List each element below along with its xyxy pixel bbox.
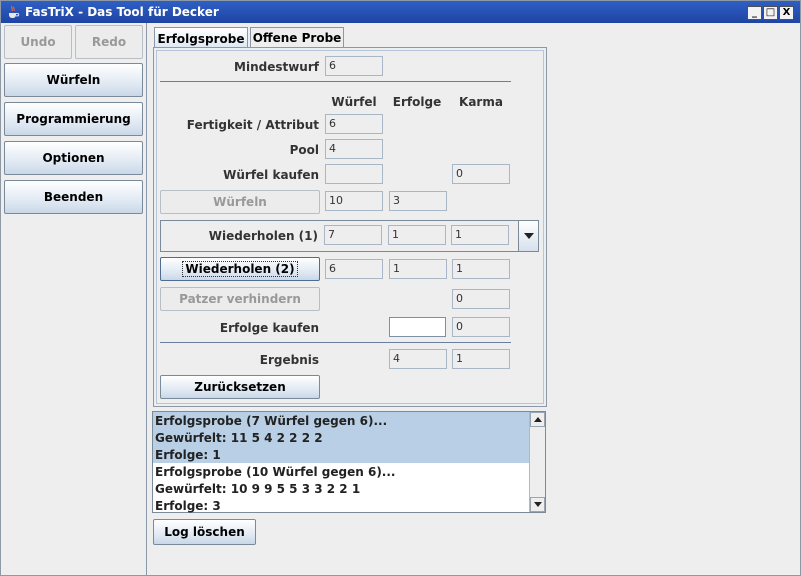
mindestwurf-label: Mindestwurf (234, 60, 319, 74)
erfolge-kaufen-input[interactable] (389, 317, 446, 337)
log-loeschen-button[interactable]: Log löschen (153, 519, 256, 545)
wiederholen2-karma-field: 1 (452, 259, 510, 279)
sidebar-item-optionen[interactable]: Optionen (4, 141, 143, 175)
separator (160, 342, 511, 343)
erfolge-kaufen-label: Erfolge kaufen (219, 321, 319, 335)
mindestwurf-input[interactable]: 6 (325, 56, 383, 76)
ergebnis-karma-field: 1 (452, 349, 510, 369)
wuerfeln-wuerfel-field: 10 (325, 191, 383, 211)
separator (160, 81, 511, 82)
wiederholen1-wuerfel-field: 7 (324, 225, 382, 245)
ergebnis-label: Ergebnis (259, 353, 319, 367)
list-item[interactable]: Erfolgsprobe (10 Würfel gegen 6)... Gewü… (153, 463, 530, 514)
triangle-up-icon (533, 417, 542, 422)
scroll-down-button[interactable] (530, 497, 545, 512)
col-header-wuerfel: Würfel (331, 95, 377, 109)
wiederholen1-erfolge-field: 1 (388, 225, 446, 245)
undo-button[interactable]: Undo (4, 25, 72, 59)
sidebar-item-programmierung[interactable]: Programmierung (4, 102, 143, 136)
wuerfel-kaufen-karma-input[interactable]: 0 (452, 164, 510, 184)
redo-button[interactable]: Redo (75, 25, 143, 59)
pool-label: Pool (289, 143, 319, 157)
minimize-button[interactable]: _ (747, 6, 762, 20)
tab-offene-probe[interactable]: Offene Probe (250, 27, 344, 48)
triangle-down-icon (523, 233, 534, 239)
wuerfeln-button[interactable]: Würfeln (160, 190, 320, 214)
log-scrollbar[interactable] (529, 412, 545, 512)
scroll-up-button[interactable] (530, 412, 545, 427)
java-coffee-icon (9, 5, 20, 18)
ergebnis-erfolge-field: 4 (389, 349, 447, 369)
window-title: FasTriX - Das Tool für Decker (25, 5, 219, 19)
wuerfel-kaufen-label: Würfel kaufen (223, 168, 319, 182)
fertigkeit-input[interactable]: 6 (325, 114, 383, 134)
patzer-karma-field: 0 (452, 289, 510, 309)
patzer-verhindern-button[interactable]: Patzer verhindern (160, 287, 320, 311)
list-item[interactable]: Erfolgsprobe (7 Würfel gegen 6)... Gewür… (153, 412, 530, 463)
triangle-down-icon (533, 502, 542, 507)
sidebar-item-beenden[interactable]: Beenden (4, 180, 143, 214)
chevron-down-icon[interactable] (518, 221, 538, 251)
maximize-button[interactable]: □ (763, 6, 778, 20)
col-header-karma: Karma (459, 95, 503, 109)
sidebar-item-wuerfeln[interactable]: Würfeln (4, 63, 143, 97)
wuerfeln-erfolge-field: 3 (389, 191, 447, 211)
wiederholen2-button[interactable]: Wiederholen (2) (160, 257, 320, 281)
pool-input[interactable]: 4 (325, 139, 383, 159)
col-header-erfolge: Erfolge (392, 95, 442, 109)
log-list[interactable]: Erfolgsprobe (7 Würfel gegen 6)... Gewür… (152, 411, 546, 513)
wiederholen2-wuerfel-field: 6 (325, 259, 383, 279)
wuerfel-kaufen-input[interactable] (325, 164, 383, 184)
zuruecksetzen-button[interactable]: Zurücksetzen (160, 375, 320, 399)
wiederholen1-karma-field: 1 (451, 225, 509, 245)
fertigkeit-label: Fertigkeit / Attribut (186, 118, 319, 132)
tab-erfolgsprobe[interactable]: Erfolgsprobe (154, 27, 248, 49)
title-bar: FasTriX - Das Tool für Decker _ □ X (1, 1, 800, 23)
wiederholen2-erfolge-field: 1 (389, 259, 447, 279)
close-button[interactable]: X (779, 6, 794, 20)
wiederholen1-label: Wiederholen (1) (208, 229, 318, 243)
erfolge-kaufen-karma-field: 0 (452, 317, 510, 337)
sidebar: Undo Redo Würfeln Programmierung Optione… (1, 23, 147, 575)
app-window: FasTriX - Das Tool für Decker _ □ X Undo… (0, 0, 801, 576)
